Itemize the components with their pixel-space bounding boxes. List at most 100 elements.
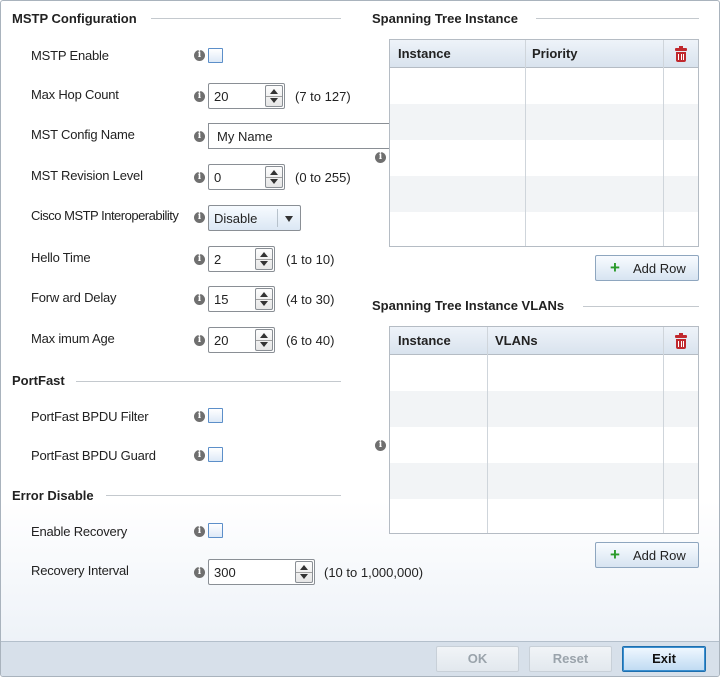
info-icon: i — [194, 450, 205, 461]
stepper-arrows[interactable] — [255, 329, 273, 351]
plus-icon: + — [610, 258, 620, 277]
recovery-interval-label: Recovery Interval — [31, 563, 129, 578]
table-row[interactable] — [390, 176, 698, 212]
max-age-stepper[interactable]: 20 — [208, 327, 275, 353]
info-icon: i — [194, 567, 205, 578]
delete-icon[interactable] — [675, 333, 687, 349]
hello-time-stepper[interactable]: 2 — [208, 246, 275, 272]
section-divider — [76, 381, 341, 382]
info-icon: i — [194, 212, 205, 223]
stepper-arrows[interactable] — [265, 85, 283, 107]
table-row[interactable] — [390, 104, 698, 140]
info-icon: i — [194, 254, 205, 265]
info-icon: i — [194, 91, 205, 102]
sti-vlans-table: Instance VLANs — [389, 326, 699, 534]
arrow-down-icon[interactable] — [260, 342, 268, 347]
delete-icon[interactable] — [675, 46, 687, 62]
sti-vlans-section-title: Spanning Tree Instance VLANs — [372, 298, 565, 313]
max-age-range: (6 to 40) — [286, 333, 335, 348]
table-row[interactable] — [390, 355, 698, 391]
arrow-up-icon[interactable] — [260, 252, 268, 257]
info-icon: i — [194, 526, 205, 537]
arrow-up-icon[interactable] — [260, 333, 268, 338]
arrow-down-icon[interactable] — [300, 574, 308, 579]
sti-add-row-button[interactable]: + Add Row — [595, 255, 699, 281]
arrow-down-icon[interactable] — [270, 98, 278, 103]
max-hop-stepper[interactable]: 20 — [208, 83, 285, 109]
max-hop-range: (7 to 127) — [295, 89, 351, 104]
bpdu-guard-label: PortFast BPDU Guard — [31, 448, 156, 463]
info-icon: i — [194, 294, 205, 305]
table-row[interactable] — [390, 212, 698, 246]
reset-button[interactable]: Reset — [529, 646, 612, 672]
config-name-label: MST Config Name — [31, 127, 135, 142]
recovery-interval-stepper[interactable]: 300 — [208, 559, 315, 585]
info-icon: i — [194, 335, 205, 346]
col-priority-header: Priority — [532, 46, 578, 61]
table-row[interactable] — [390, 499, 698, 533]
section-divider — [536, 18, 699, 19]
add-row-label: Add Row — [633, 261, 686, 276]
forward-delay-stepper[interactable]: 15 — [208, 286, 275, 312]
portfast-section-title: PortFast — [12, 373, 65, 388]
cisco-interop-label: Cisco MSTP Interoperability — [31, 208, 179, 223]
max-age-value: 20 — [214, 333, 229, 348]
mstp-dialog: MSTP Configuration MSTP Enable i Max Hop… — [0, 0, 720, 677]
recovery-interval-value: 300 — [214, 565, 236, 580]
stepper-arrows[interactable] — [255, 248, 273, 270]
revision-level-stepper[interactable]: 0 — [208, 164, 285, 190]
enable-recovery-label: Enable Recovery — [31, 524, 127, 539]
table-row[interactable] — [390, 140, 698, 176]
arrow-up-icon[interactable] — [270, 89, 278, 94]
error-disable-section-title: Error Disable — [12, 488, 94, 503]
dialog-footer: OK Reset Exit — [1, 641, 719, 676]
col-instance-header: Instance — [398, 46, 451, 61]
cisco-interop-value: Disable — [214, 211, 258, 226]
table-row[interactable] — [390, 68, 698, 104]
hello-time-value: 2 — [214, 252, 222, 267]
bpdu-guard-checkbox[interactable] — [208, 447, 223, 462]
chevron-down-icon[interactable] — [285, 216, 293, 222]
forward-delay-range: (4 to 30) — [286, 292, 335, 307]
sti-vlans-add-row-button[interactable]: + Add Row — [595, 542, 699, 568]
bpdu-filter-label: PortFast BPDU Filter — [31, 409, 149, 424]
info-icon: i — [375, 440, 386, 451]
mstp-enable-label: MSTP Enable — [31, 48, 109, 63]
revision-level-value: 0 — [214, 170, 222, 185]
section-divider — [151, 18, 341, 19]
hello-time-range: (1 to 10) — [286, 252, 335, 267]
arrow-up-icon[interactable] — [260, 292, 268, 297]
arrow-down-icon[interactable] — [270, 179, 278, 184]
plus-icon: + — [610, 545, 620, 564]
table-row[interactable] — [390, 463, 698, 499]
info-icon: i — [194, 50, 205, 61]
stepper-arrows[interactable] — [265, 166, 283, 188]
arrow-down-icon[interactable] — [260, 261, 268, 266]
mstp-enable-checkbox[interactable] — [208, 48, 223, 63]
table-header: Instance VLANs — [390, 327, 698, 355]
table-header: Instance Priority — [390, 40, 698, 68]
section-divider — [106, 495, 341, 496]
hello-time-label: Hello Time — [31, 250, 91, 265]
add-row-label: Add Row — [633, 548, 686, 563]
exit-button[interactable]: Exit — [622, 646, 706, 672]
arrow-up-icon[interactable] — [300, 565, 308, 570]
bpdu-filter-checkbox[interactable] — [208, 408, 223, 423]
table-row[interactable] — [390, 427, 698, 463]
revision-level-label: MST Revision Level — [31, 168, 143, 183]
forward-delay-value: 15 — [214, 292, 229, 307]
info-icon: i — [375, 152, 386, 163]
enable-recovery-checkbox[interactable] — [208, 523, 223, 538]
ok-button[interactable]: OK — [436, 646, 519, 672]
stepper-arrows[interactable] — [255, 288, 273, 310]
arrow-down-icon[interactable] — [260, 301, 268, 306]
arrow-up-icon[interactable] — [270, 170, 278, 175]
info-icon: i — [194, 131, 205, 142]
max-hop-label: Max Hop Count — [31, 87, 119, 102]
recovery-interval-range: (10 to 1,000,000) — [324, 565, 424, 580]
forward-delay-label: Forw ard Delay — [31, 290, 117, 305]
config-name-input[interactable]: My Name — [208, 123, 389, 149]
cisco-interop-select[interactable]: Disable — [208, 205, 301, 231]
table-row[interactable] — [390, 391, 698, 427]
stepper-arrows[interactable] — [295, 561, 313, 583]
